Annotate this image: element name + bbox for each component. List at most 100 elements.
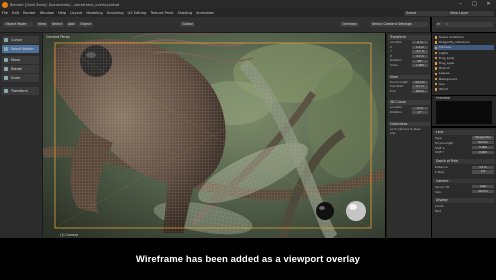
menu-sculpting[interactable]: Sculpting (107, 11, 124, 15)
npanel-row-value[interactable]: 0 m (412, 41, 428, 45)
viewport-render (43, 33, 385, 238)
npanel-section-3d-cursor[interactable]: 3D Cursor (388, 100, 430, 105)
outliner-item[interactable]: Sun (434, 82, 494, 86)
maximize-icon[interactable]: □ (469, 1, 480, 8)
npanel-row-value[interactable]: 0 m (412, 106, 428, 110)
outliner-item[interactable]: Frog_body (434, 56, 494, 60)
npanel-row-label: Location (390, 41, 403, 44)
npanel-row-label: Clip (390, 132, 396, 136)
properties-section-display[interactable]: Display (433, 198, 495, 203)
properties-row-label: Limits (435, 204, 444, 209)
npanel-row: Focal Length 50 mm (390, 81, 429, 85)
properties-row-label: Focal Length (435, 140, 454, 145)
menu-animation[interactable]: Animation (196, 11, 214, 15)
menu-texture-paint[interactable]: Texture Paint (150, 11, 173, 15)
tool-select-border[interactable]: Select Border (2, 45, 39, 53)
properties-header: ≡ ⌕ (432, 17, 496, 32)
npanel-row-value[interactable]: 0.1 m (412, 85, 428, 89)
tool-transform[interactable]: Transform (2, 87, 39, 95)
menu-edit[interactable]: Edit (12, 11, 19, 15)
outliner-item[interactable]: Lights (434, 51, 494, 55)
matcap-sphere-dark (316, 202, 334, 220)
properties-row-value[interactable]: 0.000 (472, 150, 494, 154)
overlays-dropdown[interactable]: Overlays (340, 22, 359, 27)
close-icon[interactable]: ✕ (483, 1, 494, 8)
properties-section-camera[interactable]: Camera (433, 178, 495, 184)
menu-object[interactable]: Object (78, 22, 94, 27)
npanel-section-view[interactable]: View (388, 74, 430, 80)
properties-section-lens[interactable]: Lens (433, 130, 495, 135)
menu-layout[interactable]: Layout (70, 11, 82, 15)
npanel-row: X 0.2 m (390, 46, 429, 50)
npanel-row-value[interactable]: 100 m (412, 90, 428, 94)
window-controls: – □ ✕ (455, 1, 494, 8)
npanel-row-value[interactable]: 0.2 m (412, 46, 428, 50)
npanel-row: End 100 m (390, 90, 429, 94)
menu-list: File Edit Render Window Help Layout Modeling Sc… (2, 11, 214, 15)
properties-row-value[interactable]: 0.000 (472, 146, 494, 150)
menu-view[interactable]: View (36, 22, 49, 27)
transform-icon (4, 89, 8, 93)
npanel-row: Clip Start 0.1 m (390, 85, 429, 89)
menu-help[interactable]: Help (58, 11, 66, 15)
npanel-row-label: Focal Length (390, 80, 409, 84)
properties-row-label: Shift Y (435, 150, 445, 155)
3d-viewport[interactable]: Camera Persp (1) Camera (43, 33, 385, 238)
camera-settings-button[interactable]: Select Camera Settings (370, 22, 428, 27)
menu-add[interactable]: Add (66, 22, 77, 27)
properties-row-value[interactable]: 36 mm (472, 190, 494, 194)
outliner-item[interactable]: Scene Collection (434, 35, 494, 39)
outliner-item[interactable]: Branch (434, 66, 494, 70)
matcap-sphere-light (346, 201, 366, 221)
npanel-row: Clip (390, 132, 429, 136)
object-mode-dropdown[interactable]: Object Mode (3, 22, 33, 27)
view-layer-selector[interactable]: View Layer (448, 10, 494, 16)
properties-row-value[interactable]: Auto (472, 185, 494, 189)
outliner-item[interactable]: Leaves (434, 71, 494, 75)
npanel-row: Lock Camera to View (390, 128, 429, 132)
tool-label: Transform (11, 89, 28, 93)
npanel-row-value[interactable]: 50 mm (412, 81, 428, 85)
properties-row-value[interactable]: Perspective (472, 136, 494, 140)
npanel-row-value[interactable]: -3.1 m (412, 50, 428, 54)
npanel-row: Rotation 90° (390, 59, 429, 63)
tool-cursor[interactable]: Cursor (2, 36, 39, 44)
menu-modeling[interactable]: Modeling (86, 11, 102, 15)
viewport-object-label: (1) Camera (60, 233, 79, 237)
menu-window[interactable]: Window (40, 11, 54, 15)
tool-move[interactable]: Move (2, 56, 39, 64)
npanel-row-value[interactable]: 0° (412, 111, 428, 115)
select-box-icon (4, 47, 8, 51)
outliner-item[interactable]: Frog_eyes (434, 61, 494, 65)
minimize-icon[interactable]: – (455, 1, 466, 8)
viewport-camera-label: Camera Persp (46, 35, 70, 39)
outliner-search-input[interactable]: ⌕ (444, 22, 493, 27)
transform-orientation-dropdown[interactable]: Global (180, 22, 195, 27)
outliner-item[interactable]: Background (434, 77, 494, 81)
tool-rotate[interactable]: Rotate (2, 65, 39, 73)
npanel-section-transform[interactable]: Transform (388, 35, 430, 40)
npanel-section-collections[interactable]: Collections (388, 121, 430, 127)
outliner-item[interactable]: World (434, 87, 494, 91)
npanel-row-value[interactable]: 90° (412, 59, 428, 63)
menu-shading[interactable]: Shading (177, 11, 192, 15)
menu-file[interactable]: File (2, 11, 8, 15)
tool-scale[interactable]: Scale (2, 74, 39, 82)
npanel-row: Y -3.1 m (390, 50, 429, 54)
scene-selector[interactable]: Scene (404, 10, 448, 16)
properties-row-value[interactable]: 50 mm (472, 141, 494, 145)
menu-render[interactable]: Render (23, 11, 36, 15)
menu-select[interactable]: Select (50, 22, 65, 27)
outliner-item[interactable]: Dragonfly_reference (434, 40, 494, 44)
properties-editor: Lens Type Perspective Focal Length 50 mm Shif… (432, 128, 496, 238)
properties-row-label: F-Stop (435, 170, 445, 174)
outliner-item[interactable]: Camera (434, 45, 494, 50)
properties-row-value[interactable]: 2.8 (472, 170, 494, 174)
properties-row-value[interactable]: 4.5 m (472, 165, 494, 169)
npanel-row-value[interactable]: 1.4 m (412, 55, 428, 59)
properties-row: Size 36 mm (435, 190, 494, 194)
npanel-row-value[interactable]: 1.000 (412, 64, 428, 68)
menu-uv-editing[interactable]: UV Editing (128, 11, 147, 15)
camera-preview-image (436, 101, 492, 124)
properties-section-depth-of-field[interactable]: Depth of Field (433, 159, 495, 164)
